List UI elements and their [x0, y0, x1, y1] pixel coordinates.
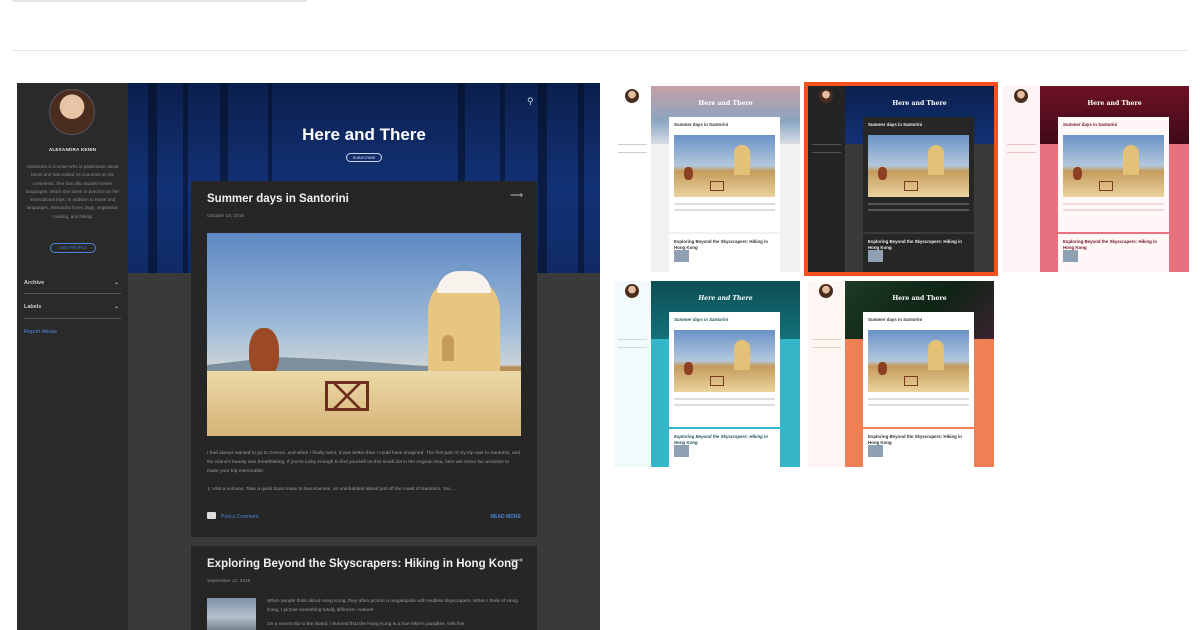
archive-label: Archive [24, 280, 45, 286]
chevron-down-icon: ⌄ [113, 280, 119, 286]
post-title[interactable]: Summer days in Santorini [207, 193, 349, 205]
theme-post-title: Exploring Beyond the Skyscrapers: Hiking… [868, 434, 962, 445]
nav-divider [24, 293, 121, 294]
labels-nav[interactable]: Labels ⌄ [24, 304, 121, 310]
author-avatar [49, 89, 95, 135]
archive-nav[interactable]: Archive ⌄ [24, 280, 121, 286]
theme-option-tropical[interactable]: Here and There Summer days in Santorini … [808, 281, 994, 467]
theme-post-title: Exploring Beyond the Skyscrapers: Hiking… [674, 434, 768, 445]
report-abuse-link[interactable]: Report Abuse [24, 329, 57, 335]
post-card: Summer days in Santorini October 18, 201… [191, 181, 537, 537]
theme-post-title: Exploring Beyond the Skyscrapers: Hiking… [674, 239, 768, 250]
nav-divider [24, 318, 121, 319]
theme-title: Here and There [698, 295, 753, 302]
comment-icon [207, 512, 216, 519]
theme-post-title: Exploring Beyond the Skyscrapers: Hiking… [1063, 239, 1157, 250]
theme-post-title: Summer days in Santorini [1063, 122, 1118, 127]
post-date: September 12, 2016 [207, 579, 251, 584]
post-excerpt: When people think about Hong Kong, they … [267, 598, 521, 629]
theme-title: Here and There [892, 100, 947, 107]
share-icon[interactable]: ⟶ [510, 190, 523, 201]
theme-option-dark-selected[interactable]: Here and There Summer days in Santorini … [804, 82, 998, 276]
theme-post-title: Summer days in Santorini [868, 122, 923, 127]
labels-label: Labels [24, 304, 42, 310]
post-excerpt: I had always wanted to go to Greece, and… [207, 451, 520, 474]
theme-option-light[interactable]: Here and There Summer days in Santorini … [614, 86, 800, 272]
post-card: Exploring Beyond the Skyscrapers: Hiking… [191, 546, 537, 630]
theme-post-title: Exploring Beyond the Skyscrapers: Hiking… [868, 239, 962, 250]
post-excerpt-p1: When people think about Hong Kong, they … [267, 599, 518, 613]
theme-title: Here and There [892, 295, 947, 302]
theme-title: Here and There [1087, 100, 1142, 107]
author-name: ALEXANDRA KENIN [48, 147, 97, 152]
post-title[interactable]: Exploring Beyond the Skyscrapers: Hiking… [207, 558, 518, 570]
theme-option-teal[interactable]: Here and There Summer days in Santorini … [614, 281, 800, 467]
share-icon[interactable]: ⟶ [510, 555, 523, 566]
section-divider [12, 50, 1188, 51]
post-thumbnail [207, 598, 256, 630]
theme-post-title: Summer days in Santorini [868, 317, 923, 322]
theme-option-pink[interactable]: Here and There Summer days in Santorini … [1003, 86, 1189, 272]
subscribe-button[interactable]: SUBSCRIBE [346, 153, 382, 162]
read-more-link[interactable]: READ MORE [490, 514, 521, 520]
theme-title: Here and There [698, 100, 753, 107]
post-image-santorini [207, 233, 521, 436]
theme-post-title: Summer days in Santorini [674, 317, 729, 322]
theme-post-title: Summer days in Santorini [674, 122, 729, 127]
visit-profile-button[interactable]: VISIT PROFILE [50, 243, 96, 253]
chevron-down-icon: ⌄ [113, 304, 119, 310]
search-icon[interactable]: ⚲ [527, 96, 534, 107]
blog-title: Here and There [302, 125, 426, 144]
post-date: October 18, 2016 [207, 214, 245, 219]
theme-preview: ALEXANDRA KENIN Alexandra is a writer wh… [17, 83, 600, 630]
post-comment-link[interactable]: Post a Comment [221, 514, 258, 520]
preview-sidebar: ALEXANDRA KENIN Alexandra is a writer wh… [17, 83, 128, 630]
post-excerpt-list: 1. Visit a volcano. Take a quick boat cr… [207, 487, 457, 492]
author-bio: Alexandra is a writer who is passionate … [26, 164, 119, 219]
top-bar-stub [12, 0, 307, 2]
post-excerpt-p2: On a recent trip to the island, I learne… [267, 621, 465, 627]
